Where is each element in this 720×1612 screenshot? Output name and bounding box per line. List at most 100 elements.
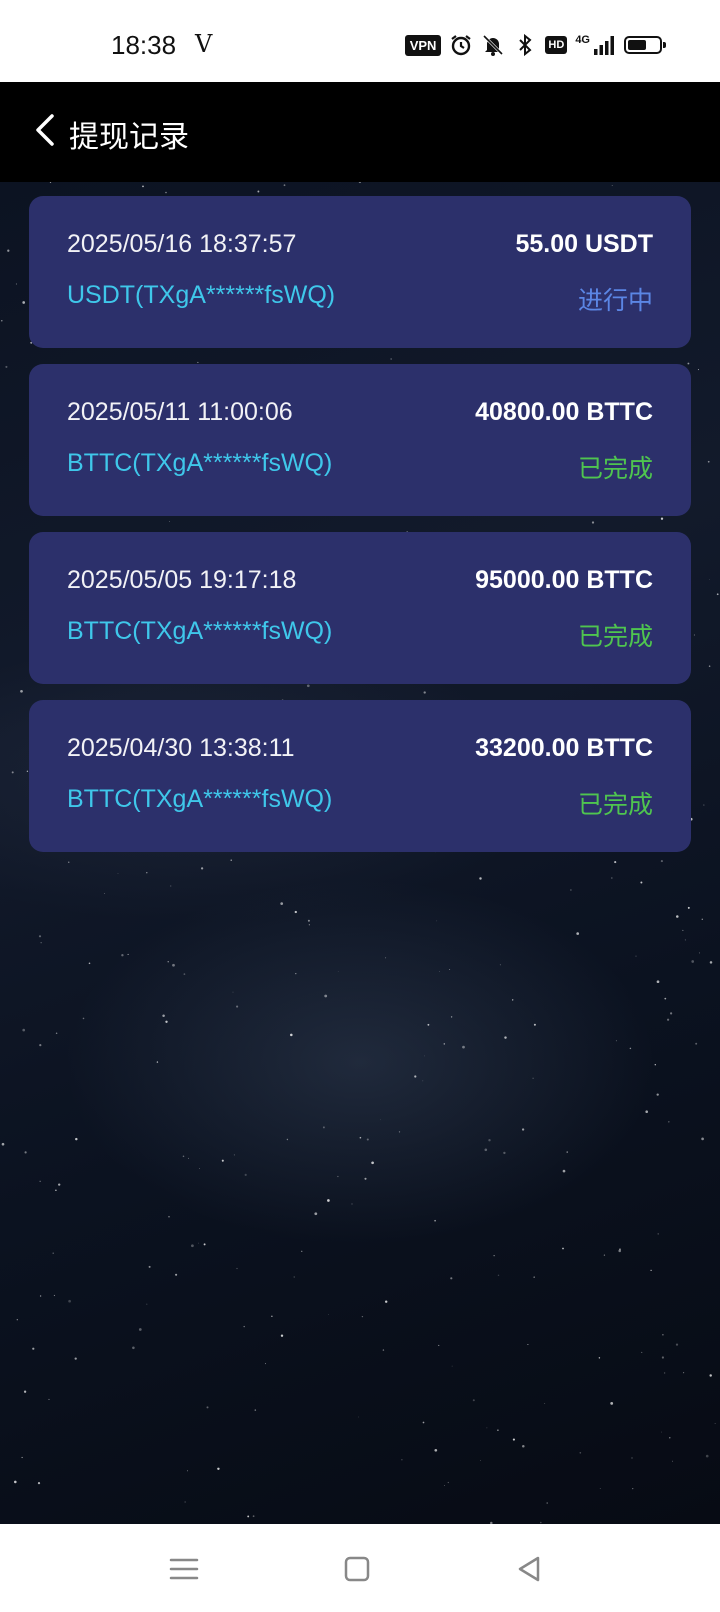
star: [197, 361, 199, 363]
record-datetime: 2025/05/05 19:17:18: [67, 566, 297, 594]
star: [499, 964, 501, 966]
star: [668, 1121, 670, 1123]
star: [709, 1374, 712, 1377]
star: [562, 1247, 564, 1250]
star: [55, 1032, 58, 1035]
star: [422, 1421, 425, 1424]
star: [512, 1438, 515, 1441]
star: [167, 961, 169, 963]
star: [14, 1480, 17, 1484]
star: [191, 1244, 194, 1248]
star: [427, 1023, 430, 1026]
status-icons: VPN HD 4G: [404, 32, 666, 58]
star: [479, 877, 482, 880]
record-card[interactable]: 2025/05/11 11:00:06 40800.00 BTTC BTTC(T…: [29, 364, 691, 516]
star: [444, 1485, 445, 1486]
star: [142, 185, 144, 188]
hd-icon: HD: [545, 36, 568, 54]
star: [146, 872, 148, 874]
star: [657, 1233, 659, 1235]
star: [52, 1252, 54, 1254]
star: [230, 859, 232, 861]
star: [82, 1017, 85, 1020]
star: [127, 953, 129, 955]
star: [327, 1199, 330, 1202]
star: [533, 1023, 536, 1026]
star: [631, 1457, 633, 1459]
star: [361, 1315, 364, 1318]
star: [522, 1445, 525, 1448]
star: [546, 1502, 548, 1504]
star: [247, 1515, 250, 1518]
star: [39, 1180, 41, 1182]
star: [503, 1151, 506, 1155]
star: [74, 1357, 77, 1360]
star: [701, 1137, 704, 1141]
star: [698, 952, 700, 954]
star: [169, 521, 171, 523]
star: [5, 365, 8, 368]
star: [390, 358, 392, 360]
star: [58, 1183, 61, 1186]
star: [165, 191, 167, 194]
back-button[interactable]: [30, 110, 60, 150]
star: [645, 1110, 648, 1113]
network-type-label: 4G: [575, 34, 590, 46]
star: [512, 999, 514, 1001]
record-status: 已完成: [577, 622, 653, 651]
record-card[interactable]: 2025/05/16 18:37:57 55.00 USDT USDT(TXgA…: [29, 196, 691, 348]
record-status: 进行中: [577, 286, 653, 315]
star: [401, 1459, 403, 1461]
star: [290, 1033, 293, 1037]
star: [32, 1347, 35, 1350]
star: [170, 885, 172, 887]
star: [708, 665, 711, 667]
menu-icon[interactable]: [167, 1552, 201, 1586]
system-nav-bar: [0, 1524, 720, 1612]
record-status: 已完成: [577, 454, 653, 483]
star: [566, 1151, 568, 1153]
record-datetime: 2025/05/11 11:00:06: [67, 398, 293, 426]
record-card[interactable]: 2025/05/05 19:17:18 95000.00 BTTC BTTC(T…: [29, 532, 691, 684]
star: [162, 1014, 165, 1018]
star: [271, 1315, 273, 1317]
star: [544, 1403, 546, 1404]
signal-icon: [594, 36, 614, 55]
star: [669, 1437, 671, 1439]
star: [447, 1481, 449, 1484]
star: [414, 1075, 417, 1078]
star: [39, 1295, 42, 1297]
home-square-icon[interactable]: [340, 1552, 374, 1586]
withdrawal-records-list[interactable]: 2025/05/16 18:37:57 55.00 USDT USDT(TXgA…: [0, 182, 720, 1524]
star: [324, 994, 328, 998]
star: [232, 991, 234, 993]
star: [382, 1349, 385, 1351]
back-triangle-icon[interactable]: [512, 1552, 546, 1586]
record-card[interactable]: 2025/04/30 13:38:11 33200.00 BTTC BTTC(T…: [29, 700, 691, 852]
star: [364, 1177, 367, 1180]
star: [280, 902, 284, 905]
star: [663, 1372, 666, 1374]
star: [265, 1363, 266, 1365]
star: [705, 1454, 709, 1458]
battery-icon: [624, 36, 666, 54]
star: [599, 1488, 601, 1490]
record-amount: 33200.00 BTTC: [475, 734, 653, 762]
star: [55, 1189, 57, 1191]
star: [371, 1161, 374, 1165]
star: [666, 1018, 670, 1021]
star: [714, 1423, 716, 1424]
star: [359, 1136, 362, 1139]
star: [182, 1155, 185, 1158]
bluetooth-icon: [519, 33, 532, 57]
star: [676, 915, 679, 918]
star: [486, 1427, 488, 1429]
record-amount: 95000.00 BTTC: [475, 566, 653, 594]
star: [233, 1154, 235, 1156]
star: [175, 1273, 178, 1276]
star: [716, 593, 719, 596]
star: [488, 1139, 491, 1142]
star: [632, 1487, 634, 1490]
star: [660, 517, 664, 520]
status-carrier-icon: V: [195, 30, 213, 58]
